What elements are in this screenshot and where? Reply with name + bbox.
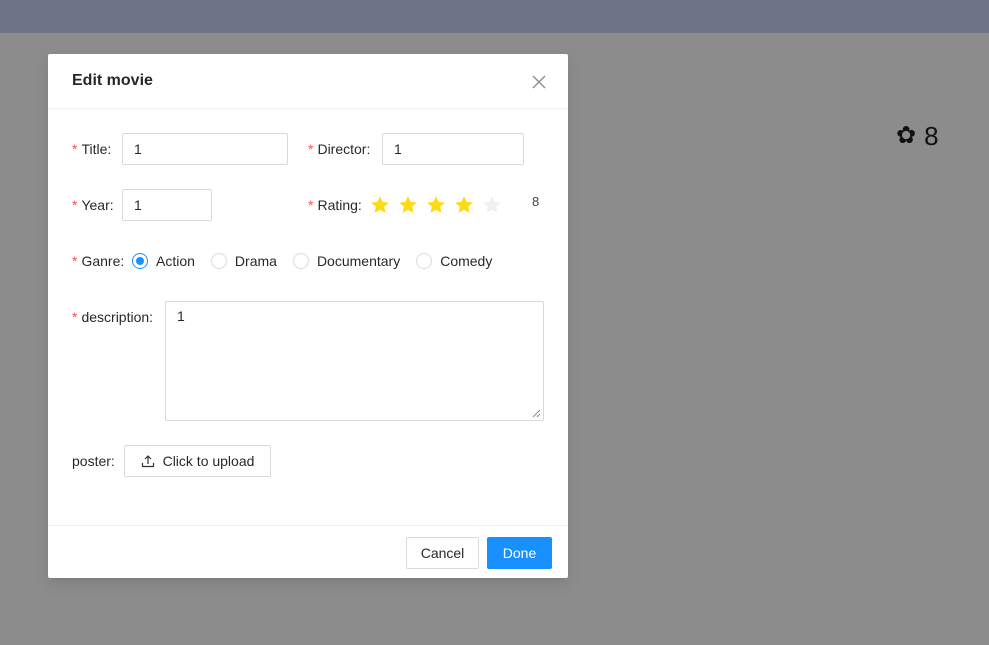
flower-icon: ✿ <box>896 122 917 149</box>
description-textarea[interactable]: 1 <box>165 301 544 421</box>
upload-button[interactable]: Click to upload <box>124 445 271 477</box>
title-input[interactable] <box>122 133 288 165</box>
genre-label: * Ganre: <box>72 253 125 269</box>
modal-footer: Cancel Done <box>48 525 568 578</box>
cancel-button[interactable]: Cancel <box>406 537 479 569</box>
title-label: * Title: <box>72 141 112 157</box>
close-icon[interactable] <box>528 71 550 93</box>
star-icon[interactable] <box>426 195 446 215</box>
star-icon[interactable] <box>482 195 502 215</box>
modal-header: Edit movie <box>48 54 568 109</box>
director-input[interactable] <box>382 133 524 165</box>
rating-value: 8 <box>532 194 540 209</box>
radio-circle[interactable] <box>210 253 227 269</box>
edit-movie-modal: Edit movie *Title: *Director: *Year: *Ra… <box>48 54 568 578</box>
description-label: * description: <box>72 309 154 325</box>
genre-option-comedy[interactable]: Comedy <box>416 253 492 269</box>
rating-stars[interactable] <box>370 195 502 219</box>
top-bar <box>0 0 989 33</box>
genre-option-documentary[interactable]: Documentary <box>292 253 400 269</box>
rating-badge-count: 8 <box>924 120 939 151</box>
star-icon[interactable] <box>398 195 418 215</box>
year-input[interactable] <box>122 189 212 221</box>
modal-title: Edit movie <box>72 72 153 89</box>
resize-handle-icon[interactable] <box>532 409 541 418</box>
radio-circle[interactable] <box>132 253 148 269</box>
poster-label: poster: <box>72 453 115 469</box>
radio-circle[interactable] <box>416 253 433 269</box>
genre-option-drama[interactable]: Drama <box>210 253 277 269</box>
genre-option-action[interactable]: Action <box>132 253 195 269</box>
star-icon[interactable] <box>454 195 474 215</box>
year-label: * Year: <box>72 197 114 213</box>
director-label: * Director: <box>308 141 371 157</box>
radio-circle[interactable] <box>292 253 309 269</box>
done-button[interactable]: Done <box>487 537 552 569</box>
upload-icon <box>141 455 154 468</box>
star-icon[interactable] <box>370 195 390 215</box>
rating-badge: ✿ 8 <box>896 120 939 152</box>
genre-radio-group: Action Drama Documentary Comedy <box>132 250 508 272</box>
rating-label: * Rating: <box>308 197 362 213</box>
